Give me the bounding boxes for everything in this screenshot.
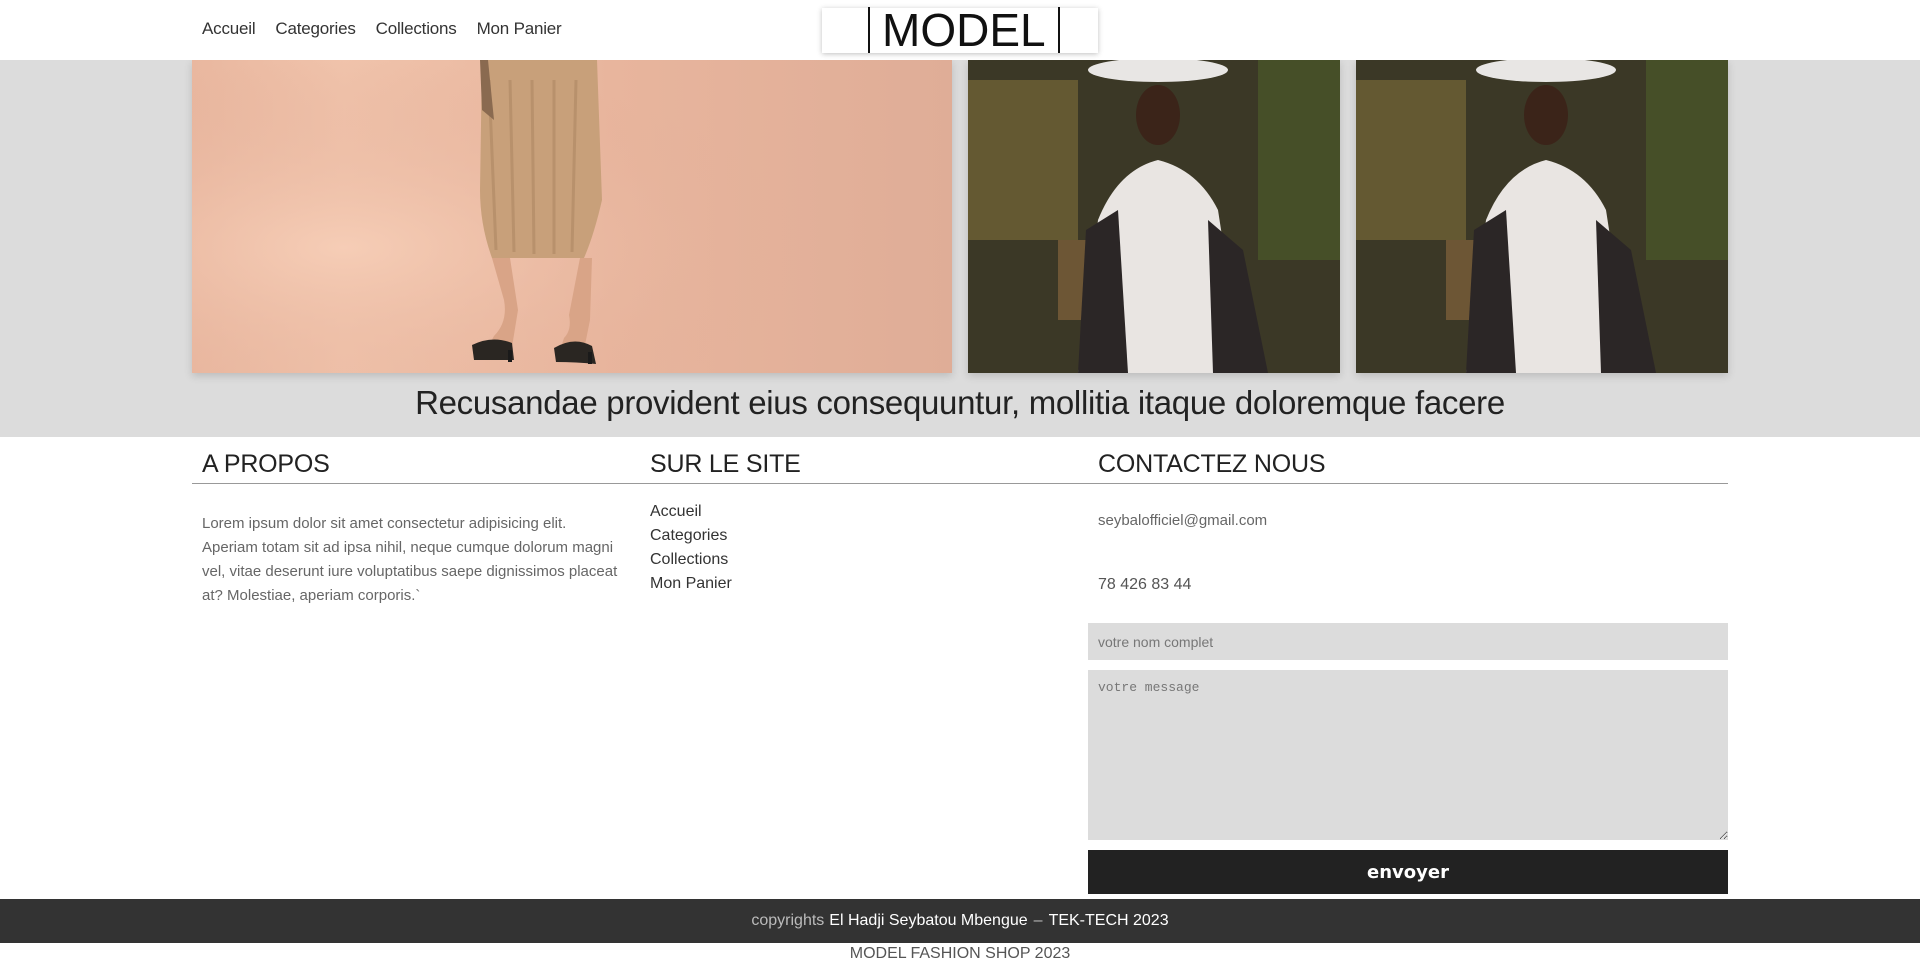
hero-image-model-legs[interactable] [192, 60, 952, 373]
hero-section: Recusandae provident eius consequuntur, … [0, 60, 1920, 437]
nav-link-accueil[interactable]: Accueil [202, 19, 256, 39]
site-header: Accueil Categories Collections Mon Panie… [0, 0, 1920, 60]
hero-image-model-hat-duplicate[interactable] [1356, 60, 1728, 373]
copyright-separator: – [1033, 912, 1043, 929]
footer-link-categories[interactable]: Categories [650, 524, 732, 548]
about-text: Lorem ipsum dolor sit amet consectetur a… [202, 515, 618, 604]
contact-phone: 78 426 83 44 [1098, 576, 1192, 593]
hero-caption: Recusandae provident eius consequuntur, … [415, 384, 1505, 421]
copyright-author: El Hadji Seybatou Mbengue [829, 912, 1028, 929]
footer-link-collections[interactable]: Collections [650, 548, 732, 572]
copyright-prefix: copyrights [751, 912, 825, 929]
logo-box[interactable]: MODEL [822, 7, 1098, 53]
contact-email: seybalofficiel@gmail.com [1098, 512, 1268, 529]
full-name-input[interactable] [1088, 623, 1728, 660]
message-textarea[interactable] [1088, 670, 1728, 840]
contact-title: CONTACTEZ NOUS [1098, 450, 1326, 478]
footer-link-accueil[interactable]: Accueil [650, 500, 732, 524]
about-title: A PROPOS [202, 450, 330, 478]
nav-link-collections[interactable]: Collections [376, 19, 457, 39]
copyright-bar: copyrights El Hadji Seybatou Mbengue – T… [0, 899, 1920, 943]
nav-link-categories[interactable]: Categories [275, 19, 355, 39]
hero-image-model-hat[interactable] [968, 60, 1340, 373]
site-links: Accueil Categories Collections Mon Panie… [650, 500, 732, 596]
shop-tagline: MODEL FASHION SHOP 2023 [849, 945, 1071, 962]
site-logo: MODEL [868, 7, 1060, 53]
section-divider [192, 483, 1728, 484]
nav-link-mon-panier[interactable]: Mon Panier [477, 19, 562, 39]
copyright-company: TEK-TECH 2023 [1048, 912, 1169, 929]
site-title: SUR LE SITE [650, 450, 801, 478]
footer-link-mon-panier[interactable]: Mon Panier [650, 572, 732, 596]
send-button[interactable]: envoyer [1088, 850, 1728, 894]
main-nav: Accueil Categories Collections Mon Panie… [202, 19, 562, 39]
